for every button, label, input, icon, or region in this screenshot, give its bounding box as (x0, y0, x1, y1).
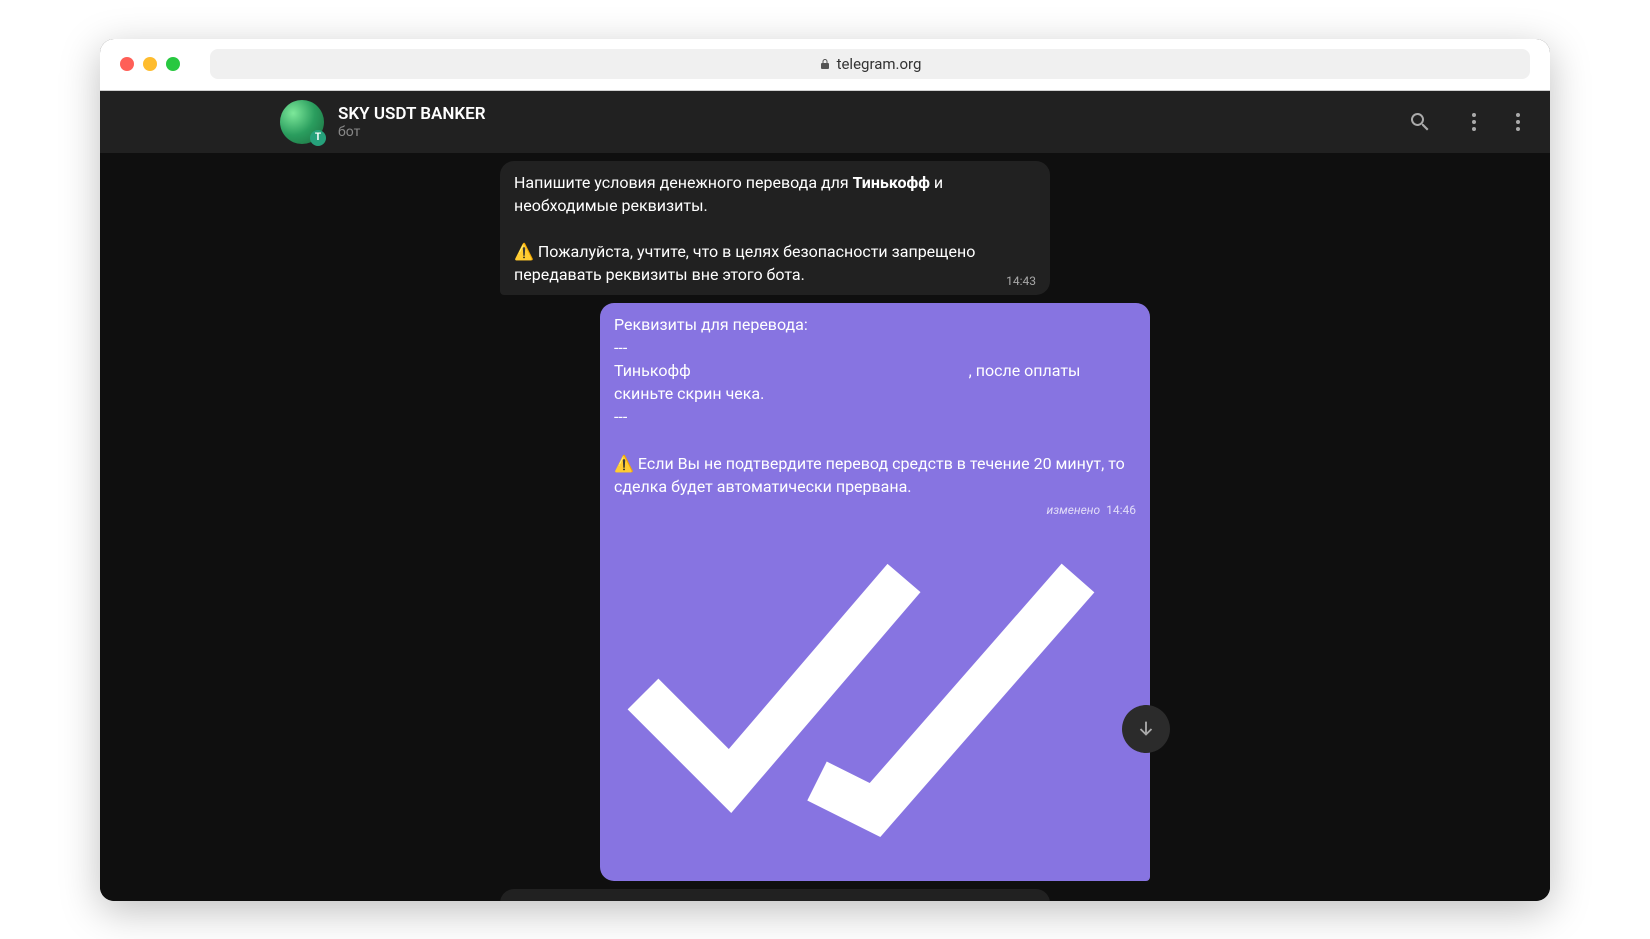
message-warning: ⚠️ Если Вы не подтвердите перевод средст… (614, 454, 1125, 496)
incoming-message[interactable]: Вы уверены, что хотите продать 12.981715… (500, 889, 1050, 901)
url-text: telegram.org (837, 55, 922, 73)
message-row: Напишите условия денежного перевода для … (100, 161, 1550, 295)
message-text: --- (614, 407, 627, 426)
scroll-to-bottom-button[interactable] (1122, 705, 1170, 753)
message-bold: Тинькофф (853, 173, 930, 192)
edited-label: изменено (1046, 503, 1100, 517)
more-menu-icon[interactable] (1472, 113, 1476, 131)
read-ticks-icon (614, 857, 1136, 871)
arrow-down-icon (1135, 718, 1157, 740)
search-icon[interactable] (1408, 110, 1432, 134)
message-row: Вы уверены, что хотите продать 12.981715… (100, 889, 1550, 901)
chat-title: SKY USDT BANKER (338, 104, 1374, 124)
message-warning: ⚠️ Пожалуйста, учтите, что в целях безоп… (514, 242, 975, 284)
lock-icon (819, 58, 831, 70)
close-window-button[interactable] (120, 57, 134, 71)
message-time: 14:46 (1106, 503, 1136, 517)
message-text: Напишите условия денежного перевода для (514, 173, 853, 192)
url-bar[interactable]: telegram.org (210, 49, 1530, 79)
message-text: --- (614, 338, 627, 357)
message-row: Реквизиты для перевода: --- Тинькофф , п… (100, 303, 1550, 881)
message-text: Реквизиты для перевода: (614, 315, 808, 334)
browser-window: telegram.org SKY USDT BANKER бот Напишит… (100, 39, 1550, 901)
chat-subtitle: бот (338, 124, 1374, 140)
chat-area: Напишите условия денежного перевода для … (100, 153, 1550, 901)
chat-header: SKY USDT BANKER бот (100, 91, 1550, 153)
outgoing-message[interactable]: Реквизиты для перевода: --- Тинькофф , п… (600, 303, 1150, 881)
overflow-menu-icon[interactable] (1516, 113, 1520, 131)
incoming-message[interactable]: Напишите условия денежного перевода для … (500, 161, 1050, 295)
minimize-window-button[interactable] (143, 57, 157, 71)
maximize-window-button[interactable] (166, 57, 180, 71)
chat-avatar[interactable] (280, 100, 324, 144)
browser-titlebar: telegram.org (100, 39, 1550, 91)
chat-title-block[interactable]: SKY USDT BANKER бот (338, 104, 1374, 140)
telegram-app: SKY USDT BANKER бот Напишите условия ден… (100, 91, 1550, 901)
message-time: 14:43 (1006, 273, 1036, 290)
message-text: Тинькофф (614, 361, 691, 380)
window-controls (120, 57, 180, 71)
